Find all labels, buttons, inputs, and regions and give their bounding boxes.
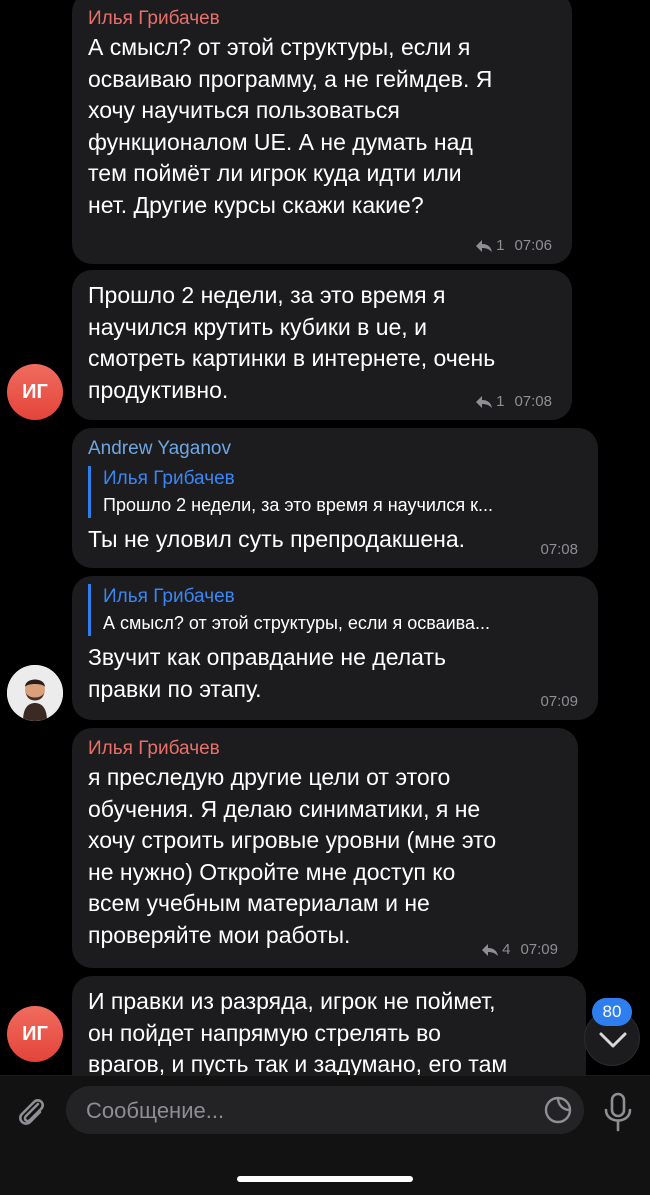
sticker-button[interactable] xyxy=(540,1092,576,1128)
message-bubble[interactable]: Илья Грибачев А смысл? от этой структуры… xyxy=(72,576,598,720)
message-text: я преследую другие цели от этого обучени… xyxy=(88,764,497,948)
quote-sender: Илья Грибачев xyxy=(103,586,235,607)
avatar[interactable]: ИГ xyxy=(7,364,63,420)
message-time: 07:08 xyxy=(540,541,578,558)
message-bubble[interactable]: Andrew Yaganov Илья Грибачев Прошло 2 не… xyxy=(72,428,598,568)
sender-name[interactable]: Илья Грибачев xyxy=(88,6,556,32)
message-text: Прошло 2 недели, за это время я научился… xyxy=(88,282,496,403)
reply-arrow-icon xyxy=(482,943,499,956)
message-text: А смысл? от этой структуры, если я осваи… xyxy=(88,34,493,218)
message-meta: 4 07:09 xyxy=(482,941,558,958)
message-input-container[interactable] xyxy=(66,1086,584,1136)
attach-button[interactable] xyxy=(12,1092,52,1132)
sender-name[interactable]: Илья Грибачев xyxy=(88,736,562,762)
message-text: Ты не уловил суть препродакшена. xyxy=(88,526,466,552)
reply-count[interactable]: 4 xyxy=(502,941,510,958)
message-text: И правки из разряда, игрок не поймет, он… xyxy=(88,988,508,1075)
user-photo-icon xyxy=(7,665,63,721)
voice-record-button[interactable] xyxy=(598,1090,638,1134)
message-time: 07:08 xyxy=(514,393,552,410)
message-meta: 07:08 xyxy=(540,541,578,558)
message-time: 07:09 xyxy=(520,941,558,958)
message-meta: 07:09 xyxy=(540,693,578,710)
chat-history[interactable]: Илья Грибачев А смысл? от этой структуры… xyxy=(0,0,650,1075)
reply-arrow-icon xyxy=(476,239,493,252)
reply-quote[interactable]: Илья Грибачев А смысл? от этой структуры… xyxy=(88,584,582,636)
avatar[interactable]: ИГ xyxy=(7,1006,63,1062)
reply-quote[interactable]: Илья Грибачев Прошло 2 недели, за это вр… xyxy=(88,466,582,518)
message-bubble[interactable]: Илья Грибачев я преследую другие цели от… xyxy=(72,728,578,968)
message-meta: 1 07:08 xyxy=(476,393,552,410)
home-indicator xyxy=(237,1176,413,1182)
message-bubble[interactable]: Илья Грибачев А смысл? от этой структуры… xyxy=(72,0,572,264)
avatar-initials: ИГ xyxy=(22,380,48,403)
sender-name[interactable]: Andrew Yaganov xyxy=(88,436,582,462)
avatar-initials: ИГ xyxy=(22,1022,48,1045)
quote-sender: Илья Грибачев xyxy=(103,468,235,489)
paperclip-icon xyxy=(19,1099,44,1125)
message-input[interactable] xyxy=(84,1086,528,1136)
reply-count[interactable]: 1 xyxy=(496,393,504,410)
quote-text: А смысл? от этой структуры, если я осваи… xyxy=(103,613,491,633)
avatar[interactable] xyxy=(7,665,63,721)
sticker-icon xyxy=(544,1096,572,1124)
message-meta: 1 07:06 xyxy=(476,237,552,254)
message-bubble[interactable]: Прошло 2 недели, за это время я научился… xyxy=(72,270,572,420)
message-time: 07:06 xyxy=(514,237,552,254)
unread-badge: 80 xyxy=(592,998,632,1026)
microphone-icon xyxy=(604,1092,632,1132)
reply-arrow-icon xyxy=(476,395,493,408)
message-time: 07:09 xyxy=(540,693,578,710)
message-bubble[interactable]: И правки из разряда, игрок не поймет, он… xyxy=(72,976,586,1075)
reply-count[interactable]: 1 xyxy=(496,237,504,254)
quote-text: Прошло 2 недели, за это время я научился… xyxy=(103,495,494,515)
message-text: Звучит как оправдание не делать правки п… xyxy=(88,644,446,702)
